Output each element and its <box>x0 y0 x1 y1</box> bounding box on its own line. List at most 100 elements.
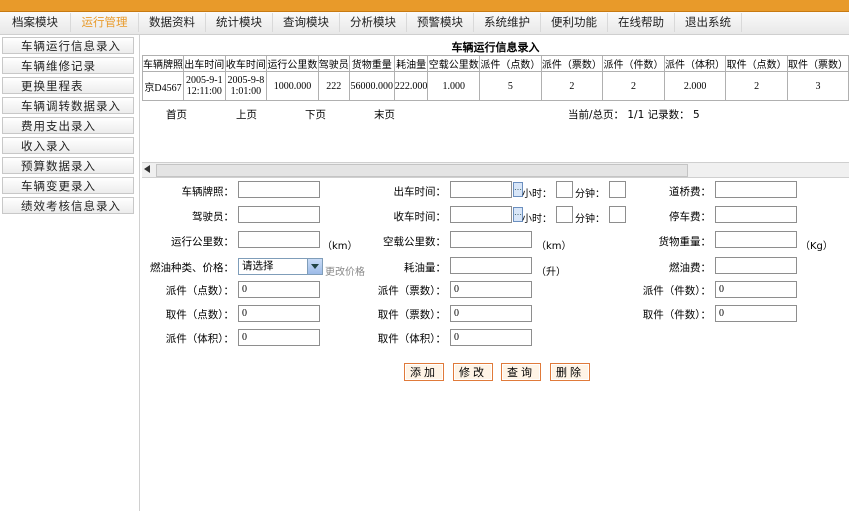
menu-archive[interactable]: 档案模块 <box>0 13 71 32</box>
liter-unit: （升） <box>536 267 566 278</box>
cell-depart: 2005-9-1 12:11:00 <box>183 71 226 101</box>
pager-prev-link[interactable]: 上页 <box>236 107 257 122</box>
fuel-type-selected: 请选择 <box>242 260 274 272</box>
sidebar-item-budget[interactable]: 预算数据录入 <box>2 157 134 174</box>
horizontal-scrollbar[interactable] <box>142 162 849 178</box>
minute-label: 分钟： <box>575 189 605 200</box>
empty-km-input[interactable] <box>450 231 532 248</box>
weight-input[interactable] <box>715 231 797 248</box>
cell-send-points: 5 <box>479 71 542 101</box>
pick-pieces-input[interactable]: 0 <box>715 305 797 322</box>
driver-label: 驾驶员： <box>192 211 234 223</box>
table-row[interactable]: 京D4567 2005-9-1 12:11:00 2005-9-8 1:01:0… <box>142 71 849 101</box>
menu-convenience[interactable]: 便利功能 <box>541 13 608 32</box>
menu-maintenance[interactable]: 系统维护 <box>474 13 541 32</box>
plate-input[interactable] <box>238 181 320 198</box>
cell-distance: 1000.000 <box>266 71 319 101</box>
pager-first-link[interactable]: 首页 <box>166 107 187 122</box>
col-header: 耗油量 <box>393 55 429 72</box>
km-unit: （km） <box>322 241 358 252</box>
depart-minute-input[interactable] <box>609 181 626 198</box>
sidebar-item-performance[interactable]: 绩效考核信息录入 <box>2 197 134 214</box>
col-header: 派件（票数） <box>540 55 604 72</box>
distance-input[interactable] <box>238 231 320 248</box>
cell-pick-tickets: 3 <box>786 71 849 101</box>
query-button[interactable]: 查询 <box>501 363 541 381</box>
send-points-input[interactable]: 0 <box>238 281 320 298</box>
return-minute-input[interactable] <box>609 206 626 223</box>
col-header: 取件（点数） <box>725 55 788 72</box>
col-header: 货物重量 <box>348 55 395 72</box>
col-header: 取件（票数） <box>786 55 849 72</box>
pick-volume-label: 取件（体积）： <box>377 333 446 345</box>
depart-hour-input[interactable] <box>556 181 573 198</box>
sidebar-item-transfer[interactable]: 车辆调转数据录入 <box>2 97 134 114</box>
scroll-thumb[interactable] <box>156 164 688 177</box>
sidebar-item-odometer[interactable]: 更换里程表 <box>2 77 134 94</box>
table-header-row: 车辆牌照 出车时间 收车时间 运行公里数 驾驶员 货物重量 耗油量 空载公里数 … <box>142 55 849 72</box>
sidebar: 车辆运行信息录入 车辆维修记录 更换里程表 车辆调转数据录入 费用支出录入 收入… <box>0 35 140 511</box>
return-time-label: 收车时间： <box>393 211 447 223</box>
menu-query[interactable]: 查询模块 <box>273 13 340 32</box>
km-unit: （km） <box>536 241 572 252</box>
cell-empty-km: 1.000 <box>427 71 481 101</box>
col-header: 派件（体积） <box>663 55 727 72</box>
toll-label: 道桥费： <box>669 186 711 198</box>
cell-send-volume: 2.000 <box>663 71 727 101</box>
pick-tickets-label: 取件（票数）： <box>377 309 446 321</box>
fuel-use-input[interactable] <box>450 257 532 274</box>
col-header: 派件（件数） <box>602 55 665 72</box>
send-points-label: 派件（点数）： <box>165 285 234 297</box>
change-price-link[interactable]: 更改价格 <box>325 263 365 278</box>
pager-next-link[interactable]: 下页 <box>305 107 326 122</box>
send-volume-input[interactable]: 0 <box>238 329 320 346</box>
pick-tickets-input[interactable]: 0 <box>450 305 532 322</box>
top-orange-bar <box>0 0 849 12</box>
send-pieces-label: 派件（件数）： <box>642 285 711 297</box>
send-tickets-label: 派件（票数）： <box>377 285 446 297</box>
cell-plate[interactable]: 京D4567 <box>142 71 184 101</box>
sidebar-item-run-entry[interactable]: 车辆运行信息录入 <box>2 37 134 54</box>
delete-button[interactable]: 删除 <box>550 363 590 381</box>
col-header: 派件（点数） <box>479 55 542 72</box>
fuel-type-select[interactable]: 请选择 <box>238 258 323 275</box>
send-tickets-input[interactable]: 0 <box>450 281 532 298</box>
menu-analysis[interactable]: 分析模块 <box>340 13 407 32</box>
menu-operation[interactable]: 运行管理 <box>71 13 139 32</box>
depart-time-label: 出车时间： <box>393 186 447 198</box>
pick-volume-input[interactable]: 0 <box>450 329 532 346</box>
pager-info: 当前/总页： 1/1 记录数： 5 <box>568 109 700 121</box>
menu-data[interactable]: 数据资料 <box>139 13 206 32</box>
cell-send-tickets: 2 <box>540 71 604 101</box>
fuel-cost-input[interactable] <box>715 257 797 274</box>
hour-label: 小时： <box>522 189 552 200</box>
sidebar-item-income[interactable]: 收入录入 <box>2 137 134 154</box>
pick-points-input[interactable]: 0 <box>238 305 320 322</box>
weight-label: 货物重量： <box>658 236 712 248</box>
toll-input[interactable] <box>715 181 797 198</box>
sidebar-item-change[interactable]: 车辆变更录入 <box>2 177 134 194</box>
cell-pick-points: 2 <box>725 71 788 101</box>
menu-exit[interactable]: 退出系统 <box>675 13 742 32</box>
return-hour-input[interactable] <box>556 206 573 223</box>
depart-time-input[interactable] <box>450 181 512 198</box>
add-button[interactable]: 添加 <box>404 363 444 381</box>
menu-help[interactable]: 在线帮助 <box>608 13 675 32</box>
fuel-type-label: 燃油种类、价格： <box>150 262 234 274</box>
edit-button[interactable]: 修改 <box>453 363 493 381</box>
send-pieces-input[interactable]: 0 <box>715 281 797 298</box>
record-table: 车辆牌照 出车时间 收车时间 运行公里数 驾驶员 货物重量 耗油量 空载公里数 … <box>142 55 849 101</box>
menu-statistics[interactable]: 统计模块 <box>206 13 273 32</box>
scroll-left-arrow-icon[interactable] <box>144 165 150 173</box>
return-time-input[interactable] <box>450 206 512 223</box>
sidebar-item-repair[interactable]: 车辆维修记录 <box>2 57 134 74</box>
driver-input[interactable] <box>238 206 320 223</box>
cell-weight: 56000.000 <box>348 71 395 101</box>
chevron-down-icon[interactable] <box>307 259 322 274</box>
pager-last-link[interactable]: 末页 <box>374 107 395 122</box>
sidebar-item-expense[interactable]: 费用支出录入 <box>2 117 134 134</box>
cell-return: 2005-9-8 1:01:00 <box>224 71 268 101</box>
menu-warning[interactable]: 预警模块 <box>407 13 474 32</box>
parking-input[interactable] <box>715 206 797 223</box>
col-header: 运行公里数 <box>266 55 319 72</box>
